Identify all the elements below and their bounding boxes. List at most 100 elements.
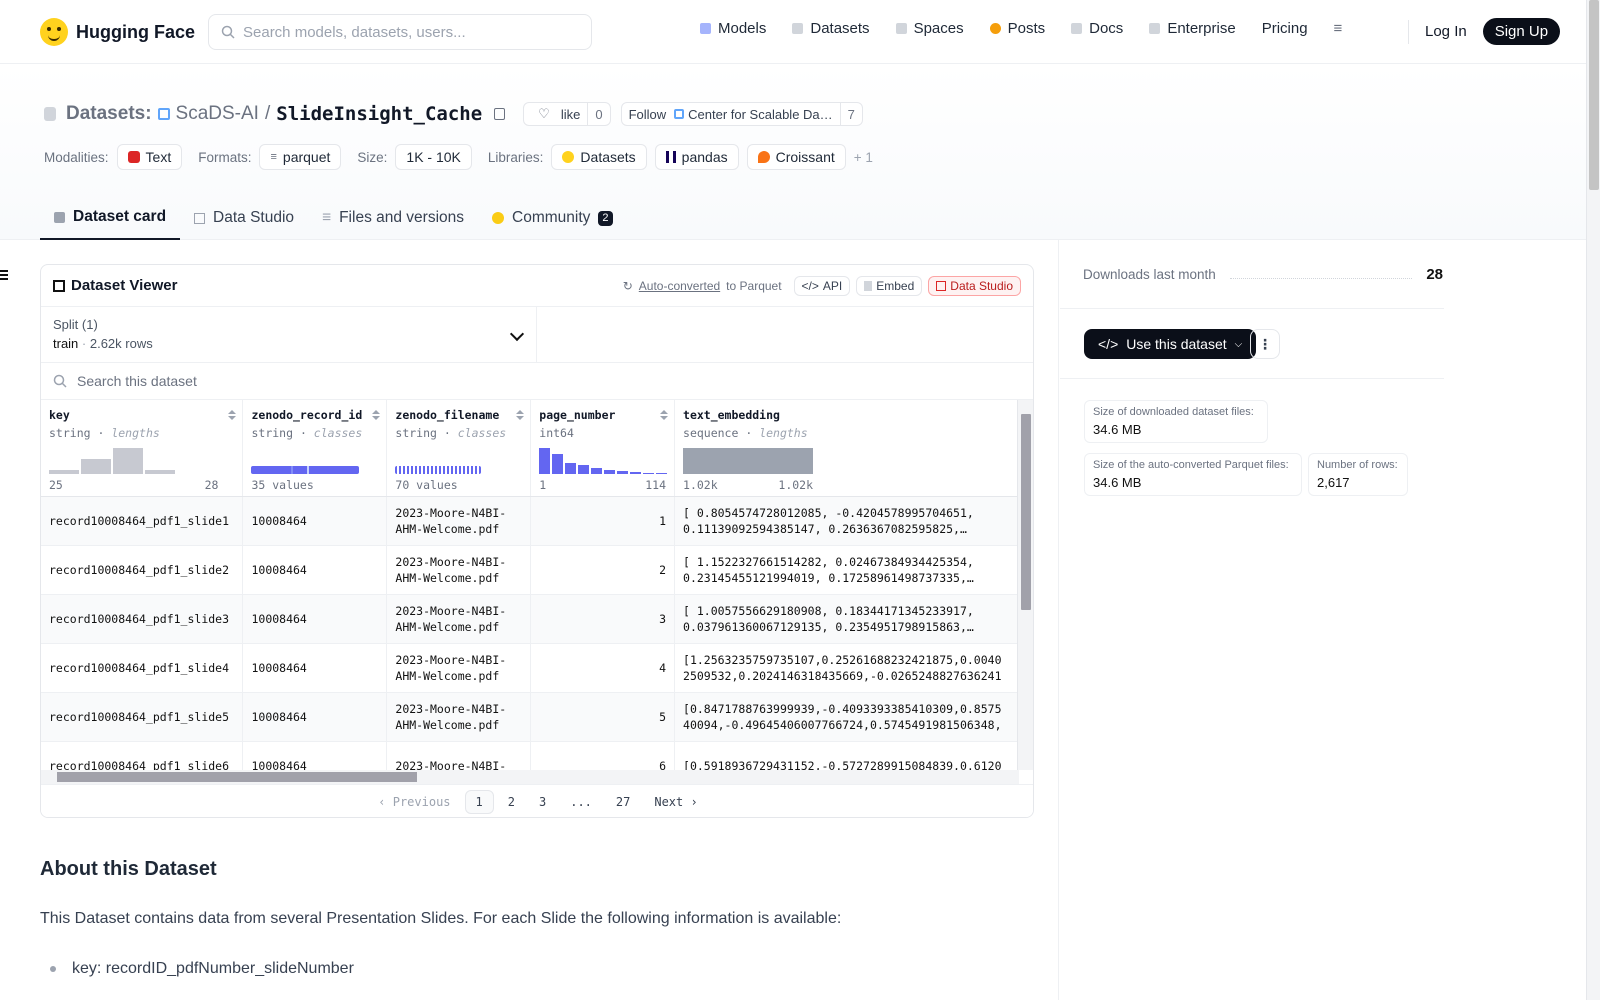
cell-record-id[interactable]: 10008464 (242, 741, 388, 770)
table-row[interactable]: record10008464_pdf1_slide1 10008464 2023… (41, 496, 1019, 546)
copy-icon[interactable] (494, 108, 506, 120)
column-header-zenodo-record-id[interactable]: zenodo_record_id string · classes 35 val… (242, 400, 388, 497)
page-scrollbar[interactable] (1586, 0, 1600, 1000)
sort-icon[interactable] (660, 410, 669, 420)
cell-filename[interactable]: 2023-Moore-N4BI-AHM-Welcome.pdf (386, 545, 532, 595)
api-button[interactable]: </> API (793, 275, 851, 296)
histogram-bar[interactable] (578, 464, 590, 474)
histogram-bar[interactable] (617, 470, 629, 474)
cell-key[interactable]: record10008464_pdf1_slide1 (41, 496, 244, 546)
histogram-bar[interactable] (604, 469, 616, 474)
page-button[interactable]: 27 (606, 791, 640, 813)
tab-community[interactable]: Community 2 (478, 196, 627, 240)
nav-posts[interactable]: Posts (989, 20, 1045, 37)
histogram-bar[interactable] (552, 453, 564, 474)
column-header-text-embedding[interactable]: text_embedding sequence · lengths 1.02k 1… (674, 400, 1019, 497)
histogram-bar[interactable] (113, 447, 143, 474)
cell-record-id[interactable]: 10008464 (242, 545, 388, 595)
dataset-search-input[interactable] (77, 373, 877, 389)
library-tag-croissant[interactable]: Croissant (746, 144, 846, 170)
embed-button[interactable]: Embed (856, 275, 923, 296)
class-distribution-bar[interactable] (395, 465, 482, 474)
nav-enterprise[interactable]: Enterprise (1149, 20, 1236, 37)
like-button[interactable]: ♡ like 0 (523, 102, 611, 126)
format-tag[interactable]: ≡ parquet (259, 144, 342, 170)
cell-page-number[interactable]: 5 (530, 692, 676, 742)
sort-icon[interactable] (228, 410, 237, 420)
library-tag-datasets[interactable]: Datasets (551, 144, 647, 170)
library-tag-pandas[interactable]: pandas (654, 144, 739, 170)
column-header-zenodo-filename[interactable]: zenodo_filename string · classes 70 valu… (386, 400, 532, 497)
cell-record-id[interactable]: 10008464 (242, 643, 388, 693)
use-this-dataset-button[interactable]: </> Use this dataset ⌵ (1084, 329, 1257, 359)
logo[interactable]: Hugging Face (40, 18, 195, 46)
global-search-input[interactable] (243, 23, 573, 41)
cell-page-number[interactable]: 1 (530, 496, 676, 546)
horizontal-scrollbar[interactable] (41, 770, 1019, 784)
histogram-bar[interactable] (539, 447, 551, 474)
cell-text-embedding[interactable]: [ 1.0057556629180908, 0.1834417134523391… (674, 594, 1019, 644)
cell-record-id[interactable]: 10008464 (242, 496, 388, 546)
histogram-bar[interactable] (81, 458, 111, 474)
page-button[interactable]: 1 (464, 789, 494, 814)
cell-filename[interactable]: 2023-Moore-N4BI-AHM-Welcome.pdf (386, 594, 532, 644)
page-button[interactable]: 3 (529, 791, 556, 813)
nav-docs[interactable]: Docs (1071, 20, 1123, 37)
scrollbar-thumb[interactable] (57, 772, 417, 782)
global-search[interactable] (208, 14, 592, 50)
cell-key[interactable]: record10008464_pdf1_slide4 (41, 643, 244, 693)
nav-pricing[interactable]: Pricing (1262, 20, 1308, 37)
vertical-scrollbar[interactable] (1017, 400, 1033, 770)
cell-record-id[interactable]: 10008464 (242, 594, 388, 644)
repo-type-label[interactable]: Datasets: (66, 103, 152, 125)
cell-key[interactable]: record10008464_pdf1_slide2 (41, 545, 244, 595)
org-link[interactable]: ScaDS-AI (176, 103, 259, 125)
scrollbar-thumb[interactable] (1021, 414, 1031, 610)
size-tag[interactable]: 1K - 10K (395, 144, 472, 170)
cell-key[interactable]: record10008464_pdf1_slide3 (41, 594, 244, 644)
data-studio-button[interactable]: Data Studio (928, 275, 1021, 296)
class-distribution-bar[interactable] (251, 465, 360, 474)
toc-toggle-icon[interactable] (0, 270, 8, 280)
histogram-bar[interactable] (643, 472, 655, 474)
scrollbar-thumb[interactable] (1589, 0, 1599, 190)
histogram-bar[interactable] (145, 469, 175, 474)
histogram-bar[interactable] (630, 471, 642, 474)
sort-icon[interactable] (516, 410, 525, 420)
dataset-search[interactable] (41, 363, 1033, 400)
table-row[interactable]: record10008464_pdf1_slide2 10008464 2023… (41, 545, 1019, 595)
cell-text-embedding[interactable]: [1.2563235759735107,0.25261688232421875,… (674, 643, 1019, 693)
more-libraries[interactable]: + 1 (854, 150, 873, 165)
login-link[interactable]: Log In (1425, 23, 1467, 40)
previous-page-button[interactable]: ‹ Previous (368, 791, 460, 813)
cell-text-embedding[interactable]: [0.8471788763999939,-0.4093393385410309,… (674, 692, 1019, 742)
cell-text-embedding[interactable]: [ 1.1522327661514282, 0.0246738493442535… (674, 545, 1019, 595)
next-page-button[interactable]: Next › (644, 791, 707, 813)
cell-text-embedding[interactable]: [ 0.8054574728012085, -0.420457899570465… (674, 496, 1019, 546)
signup-button[interactable]: Sign Up (1482, 18, 1561, 45)
histogram-bar[interactable] (49, 469, 79, 474)
histogram-bar[interactable] (565, 462, 577, 474)
tab-dataset-card[interactable]: Dataset card (40, 196, 181, 240)
cell-filename[interactable]: 2023-Moore-N4BI-AHM-Welcome.pdf (386, 643, 532, 693)
cell-page-number[interactable]: 3 (530, 594, 676, 644)
cell-record-id[interactable]: 10008464 (242, 692, 388, 742)
cell-filename[interactable]: 2023-Moore-N4BI- (386, 741, 532, 770)
table-row[interactable]: record10008464_pdf1_slide6 10008464 2023… (41, 741, 1019, 770)
table-row[interactable]: record10008464_pdf1_slide5 10008464 2023… (41, 692, 1019, 742)
cell-filename[interactable]: 2023-Moore-N4BI-AHM-Welcome.pdf (386, 692, 532, 742)
repo-name[interactable]: SlideInsight_Cache (276, 103, 482, 125)
more-options-icon[interactable]: ⋮ (1250, 329, 1280, 359)
tab-files[interactable]: ≡ Files and versions (308, 196, 478, 240)
cell-key[interactable]: record10008464_pdf1_slide5 (41, 692, 244, 742)
nav-models[interactable]: Models (700, 20, 766, 37)
cell-page-number[interactable]: 4 (530, 643, 676, 693)
cell-key[interactable]: record10008464_pdf1_slide6 (41, 741, 244, 770)
histogram-bar[interactable] (683, 447, 814, 474)
follow-button[interactable]: Follow Center for Scalable Da… 7 (620, 102, 863, 126)
cell-page-number[interactable]: 6 (530, 741, 676, 770)
histogram-bar[interactable] (591, 467, 603, 474)
auto-converted-link[interactable]: Auto-converted (639, 279, 720, 293)
more-menu-button[interactable]: ≡ (1334, 20, 1343, 37)
nav-spaces[interactable]: Spaces (895, 20, 964, 37)
